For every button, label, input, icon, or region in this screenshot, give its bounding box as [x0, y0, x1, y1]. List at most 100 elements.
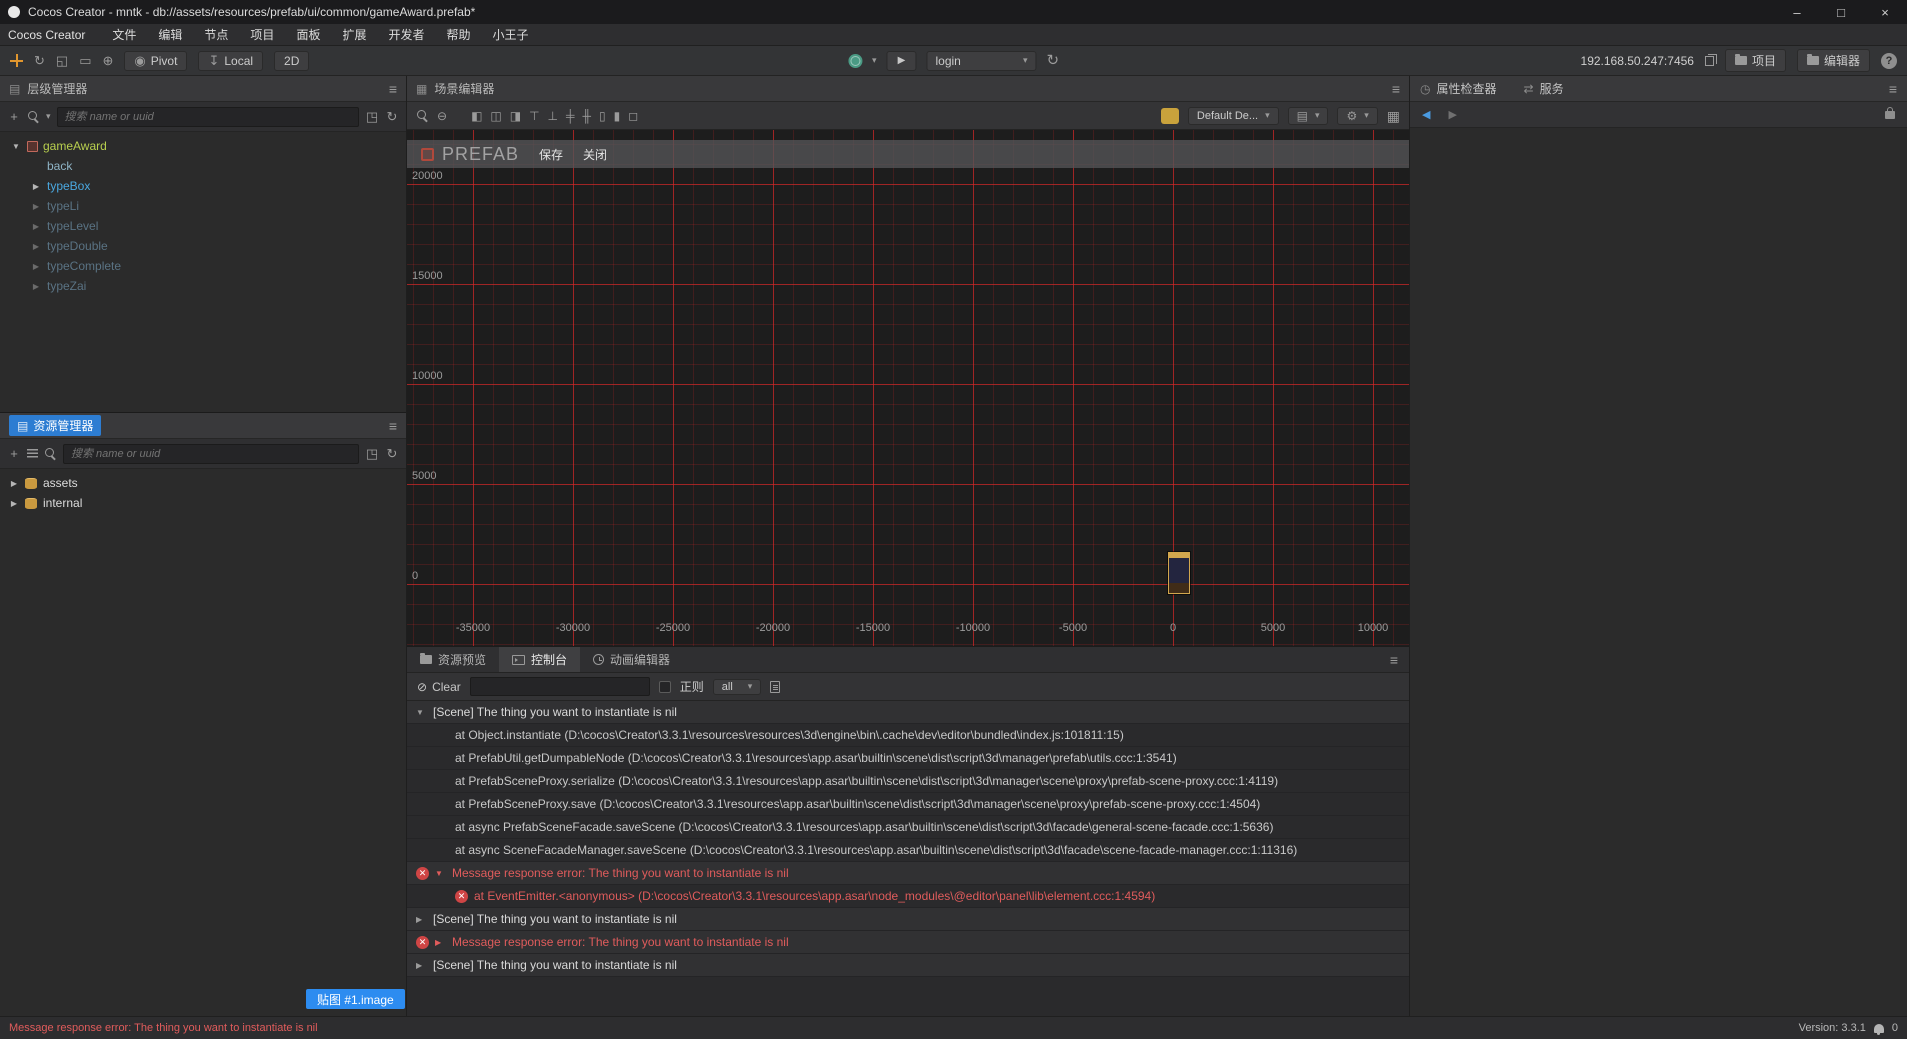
- expand-caret-icon[interactable]: ▼: [10, 142, 22, 151]
- hierarchy-node[interactable]: ▶ typeBox: [0, 176, 406, 196]
- tab-services[interactable]: ⇄ 服务: [1514, 76, 1574, 101]
- console-filter-input[interactable]: [469, 677, 650, 696]
- menu-item[interactable]: 项目: [239, 26, 285, 43]
- hierarchy-node[interactable]: ▶ typeLevel: [0, 216, 406, 236]
- scale-tool-icon[interactable]: ◱: [56, 54, 68, 67]
- prefab-close-button[interactable]: 关闭: [583, 146, 607, 163]
- create-asset-button[interactable]: +: [7, 447, 21, 460]
- rect-tool-icon[interactable]: ▭: [79, 54, 91, 67]
- history-forward-icon[interactable]: ▶: [1448, 108, 1456, 121]
- gizmo-color-button[interactable]: [1160, 107, 1179, 124]
- gizmo-preset-select[interactable]: Default De... ▾: [1187, 106, 1279, 125]
- zoom-in-icon[interactable]: [416, 109, 429, 122]
- log-row[interactable]: ▶ [Scene] The thing you want to instanti…: [407, 954, 1409, 977]
- align-tool-icon[interactable]: ⊥: [548, 110, 558, 122]
- expand-caret-icon[interactable]: ▶: [30, 242, 42, 251]
- menu-item[interactable]: 编辑: [147, 26, 193, 43]
- hierarchy-node[interactable]: ▶ typeZai: [0, 276, 406, 296]
- expand-all-icon[interactable]: ◳: [365, 447, 379, 460]
- help-button[interactable]: ?: [1881, 52, 1897, 69]
- open-log-file-icon[interactable]: [770, 680, 781, 693]
- expand-caret-icon[interactable]: ▶: [435, 938, 446, 947]
- hierarchy-node[interactable]: ▶ typeLi: [0, 196, 406, 216]
- scene-viewport[interactable]: -35000 -30000 -25000 -20000 -15000 -10000 -500…: [407, 130, 1409, 646]
- paste-image-badge[interactable]: 贴图 #1.image: [306, 989, 405, 1009]
- console-tab-folder[interactable]: 资源预览: [407, 647, 499, 672]
- preview-scene-select[interactable]: login ▾: [926, 50, 1037, 71]
- log-row[interactable]: at PrefabUtil.getDumpableNode (D:\cocos\…: [407, 747, 1409, 770]
- align-tool-icon[interactable]: ⊤: [529, 110, 539, 122]
- align-tool-icon[interactable]: ▯: [599, 110, 606, 122]
- asset-folder-row[interactable]: ▶ internal: [0, 493, 406, 513]
- search-filter-caret-icon[interactable]: ▾: [46, 111, 51, 122]
- console-tab-clock[interactable]: 动画编辑器: [580, 647, 683, 672]
- menu-item[interactable]: 帮助: [435, 26, 481, 43]
- expand-caret-icon[interactable]: ▼: [416, 708, 427, 717]
- log-row[interactable]: ✕ ▼ Message response error: The thing yo…: [407, 862, 1409, 885]
- expand-caret-icon[interactable]: ▶: [30, 182, 42, 191]
- log-row[interactable]: at PrefabSceneProxy.serialize (D:\cocos\…: [407, 770, 1409, 793]
- expand-caret-icon[interactable]: ▼: [435, 869, 446, 878]
- scene-settings-select[interactable]: ⚙ ▾: [1337, 106, 1378, 125]
- grid-toggle-icon[interactable]: ▦: [1387, 109, 1400, 123]
- hierarchy-menu-icon[interactable]: ≡: [389, 81, 397, 97]
- expand-caret-icon[interactable]: ▶: [9, 499, 19, 508]
- history-back-icon[interactable]: ◀: [1422, 108, 1430, 121]
- close-button[interactable]: ×: [1863, 0, 1907, 24]
- rotate-tool-icon[interactable]: ↻: [34, 54, 45, 67]
- log-row[interactable]: at async SceneFacadeManager.saveScene (D…: [407, 839, 1409, 862]
- log-level-select[interactable]: all ▾: [712, 678, 762, 695]
- menu-item[interactable]: 开发者: [377, 26, 435, 43]
- expand-caret-icon[interactable]: ▶: [416, 961, 427, 970]
- log-row[interactable]: ✕ ▶ Message response error: The thing yo…: [407, 931, 1409, 954]
- layers-select[interactable]: ▤ ▾: [1287, 106, 1329, 125]
- hierarchy-node[interactable]: back: [0, 156, 406, 176]
- align-tool-icon[interactable]: ╫: [583, 110, 592, 122]
- regex-checkbox[interactable]: [658, 680, 671, 693]
- align-tool-icon[interactable]: ▮: [614, 110, 621, 122]
- prefab-save-button[interactable]: 保存: [539, 146, 563, 163]
- scene-menu-icon[interactable]: ≡: [1392, 81, 1400, 97]
- log-row[interactable]: at PrefabSceneProxy.save (D:\cocos\Creat…: [407, 793, 1409, 816]
- maximize-button[interactable]: □: [1819, 0, 1863, 24]
- expand-caret-icon[interactable]: ▶: [9, 479, 19, 488]
- anchor-tool-icon[interactable]: ⊕: [103, 54, 114, 67]
- expand-caret-icon[interactable]: ▶: [30, 202, 42, 211]
- log-row[interactable]: ▶ [Scene] The thing you want to instanti…: [407, 908, 1409, 931]
- expand-caret-icon[interactable]: ▶: [30, 282, 42, 291]
- assets-search-input[interactable]: [63, 443, 359, 464]
- asset-folder-row[interactable]: ▶ assets: [0, 473, 406, 493]
- menu-item[interactable]: 面板: [285, 26, 331, 43]
- assets-panel-title-chip[interactable]: ▤ 资源管理器: [9, 415, 102, 436]
- hierarchy-node[interactable]: ▶ typeComplete: [0, 256, 406, 276]
- menu-app-name[interactable]: Cocos Creator: [8, 28, 85, 42]
- assets-menu-icon[interactable]: ≡: [389, 418, 397, 434]
- expand-caret-icon[interactable]: ▶: [416, 915, 427, 924]
- collapse-all-icon[interactable]: ◳: [365, 110, 379, 123]
- reload-preview-icon[interactable]: ↻: [1046, 53, 1059, 68]
- clear-console-button[interactable]: ⊘ Clear: [417, 680, 461, 694]
- create-node-button[interactable]: +: [7, 110, 21, 123]
- minimize-button[interactable]: –: [1775, 0, 1819, 24]
- menu-item[interactable]: 小王子: [482, 26, 540, 43]
- lock-inspector-icon[interactable]: [1885, 106, 1895, 119]
- inspector-menu-icon[interactable]: ≡: [1889, 81, 1907, 97]
- align-tool-icon[interactable]: ◻: [628, 110, 638, 122]
- pivot-button[interactable]: ◉ Pivot: [124, 50, 188, 71]
- menu-item[interactable]: 扩展: [331, 26, 377, 43]
- hierarchy-node[interactable]: ▶ typeDouble: [0, 236, 406, 256]
- expand-caret-icon[interactable]: ▶: [30, 262, 42, 271]
- selected-sprite-node[interactable]: [1168, 552, 1190, 594]
- 2d-mode-button[interactable]: 2D: [274, 50, 310, 71]
- preview-browser-caret-icon[interactable]: ▾: [872, 55, 877, 66]
- tab-inspector[interactable]: ◷ 属性检查器: [1410, 76, 1507, 101]
- console-tab-term[interactable]: 控制台: [499, 647, 581, 672]
- menu-item[interactable]: 节点: [193, 26, 239, 43]
- log-row[interactable]: ✕ at EventEmitter.<anonymous> (D:\cocos\…: [407, 885, 1409, 908]
- expand-caret-icon[interactable]: ▶: [30, 222, 42, 231]
- open-editor-button[interactable]: 编辑器: [1796, 49, 1870, 72]
- open-project-button[interactable]: 项目: [1724, 49, 1786, 72]
- copy-address-icon[interactable]: [1704, 53, 1717, 66]
- menu-item[interactable]: 文件: [101, 26, 147, 43]
- preview-browser-icon[interactable]: [847, 53, 862, 68]
